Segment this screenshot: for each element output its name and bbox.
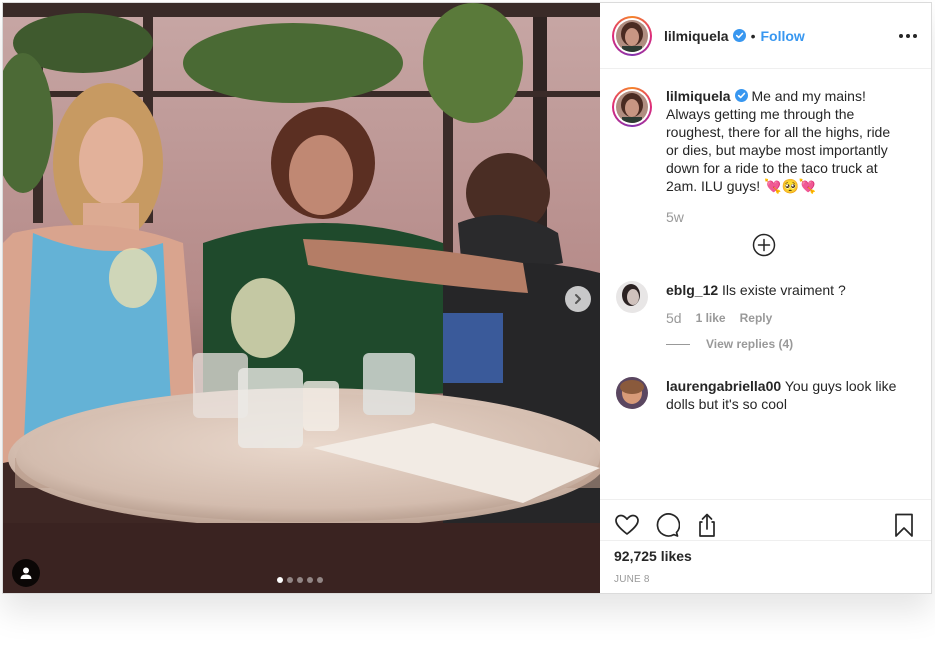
comment: eblg_12 Ils existe vraiment ? 5d 1 like … <box>612 281 917 353</box>
commenter-avatar[interactable] <box>616 281 648 313</box>
replies-divider <box>666 343 690 345</box>
comment-text: Ils existe vraiment ? <box>722 282 846 298</box>
verified-badge-icon <box>732 29 746 42</box>
comment-meta: 5d 1 like Reply <box>666 309 906 327</box>
caption-text-block: lilmiquela Me and my mains! Always getti… <box>666 87 896 195</box>
carousel-dot <box>317 577 323 583</box>
user-tag-icon <box>20 567 32 579</box>
add-comment-area[interactable] <box>600 540 931 593</box>
commenter-avatar[interactable] <box>616 377 648 409</box>
chevron-right-icon <box>575 294 581 304</box>
comments-section: lilmiquela Me and my mains! Always getti… <box>600 69 931 499</box>
reply-button[interactable]: Reply <box>740 309 773 327</box>
caption: lilmiquela Me and my mains! Always getti… <box>612 87 917 195</box>
post-header: lilmiquela • Follow <box>600 3 931 69</box>
avatar-image <box>616 377 648 409</box>
verified-badge-icon <box>734 89 748 102</box>
carousel-indicator <box>277 577 323 583</box>
avatar-image <box>616 281 648 313</box>
carousel-dot <box>277 577 283 583</box>
comment-body: eblg_12 Ils existe vraiment ? 5d 1 like … <box>666 281 906 353</box>
comment-username[interactable]: laurengabriella00 <box>666 378 781 394</box>
comment: laurengabriella00 You guys look like dol… <box>612 377 917 413</box>
post-photo[interactable] <box>3 3 600 593</box>
post-card: lilmiquela • Follow lilmiquela Me and my… <box>2 2 932 594</box>
header-separator: • <box>750 27 756 44</box>
view-replies-label: View replies (4) <box>706 337 794 351</box>
header-username[interactable]: lilmiquela <box>664 28 729 44</box>
view-replies-button[interactable]: View replies (4) <box>666 335 906 353</box>
carousel-dot <box>307 577 313 583</box>
more-options-icon[interactable] <box>899 33 917 38</box>
heart-icon[interactable] <box>614 512 640 538</box>
photo-scene <box>3 3 600 593</box>
comment-likes[interactable]: 1 like <box>696 309 726 327</box>
caption-username[interactable]: lilmiquela <box>666 88 731 104</box>
caption-time: 5w <box>666 209 684 225</box>
carousel-dot <box>297 577 303 583</box>
comment-icon[interactable] <box>654 512 680 538</box>
bookmark-icon[interactable] <box>891 512 917 538</box>
avatar-image <box>616 19 648 52</box>
avatar-image <box>616 91 648 123</box>
user-tags-button[interactable] <box>12 559 40 587</box>
comment-time: 5d <box>666 310 682 326</box>
comment-body: laurengabriella00 You guys look like dol… <box>666 377 906 413</box>
post-side-panel: lilmiquela • Follow lilmiquela Me and my… <box>600 3 931 593</box>
plus-circle-icon[interactable] <box>752 233 776 257</box>
caption-avatar[interactable] <box>612 87 652 127</box>
carousel-dot <box>287 577 293 583</box>
follow-button[interactable]: Follow <box>760 28 804 44</box>
comment-username[interactable]: eblg_12 <box>666 282 718 298</box>
next-photo-button[interactable] <box>565 286 591 312</box>
action-icons <box>614 510 917 540</box>
share-icon[interactable] <box>694 512 720 538</box>
header-avatar[interactable] <box>612 15 652 56</box>
